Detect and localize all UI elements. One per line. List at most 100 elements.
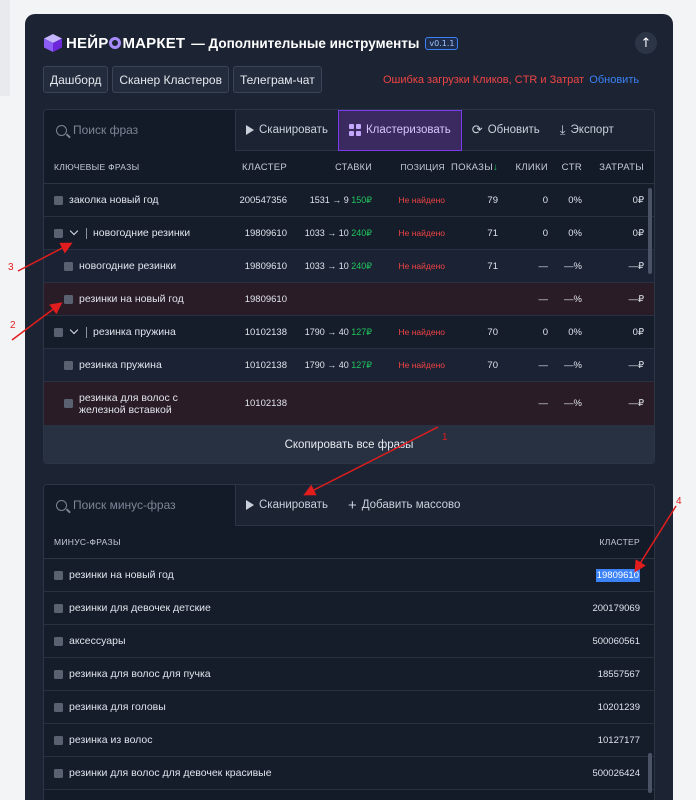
ctr-value: —% xyxy=(564,398,582,409)
phrase-text: резинка пружина xyxy=(79,359,162,371)
play-icon xyxy=(246,500,254,510)
col-header-minus-phrases[interactable]: МИНУС-ФРАЗЫ xyxy=(54,537,121,547)
cluster-id: 10102138 xyxy=(244,359,287,371)
arrow-up-icon: ↑ xyxy=(640,35,652,51)
list-item[interactable]: резинки для волос для девочек красивые 50… xyxy=(44,757,654,790)
phrase-text: резинка пружина xyxy=(93,326,176,338)
table-row-group[interactable]: новогодние резинки 19809610 1033 → 10 24… xyxy=(44,217,654,250)
list-item[interactable]: резинки на новый год 19809610 xyxy=(44,559,654,592)
clusterize-button[interactable]: Кластеризовать xyxy=(337,110,462,151)
shows-value: 71 xyxy=(487,227,498,239)
col-header-phrases[interactable]: КЛЮЧЕВЫЕ ФРАЗЫ xyxy=(44,162,229,172)
position-value: Не найдено xyxy=(398,327,445,337)
list-item[interactable]: резинка из волос 10127177 xyxy=(44,724,654,757)
nav-cluster-scanner-button[interactable]: Сканер Кластеров xyxy=(112,66,229,93)
phrase-search-input[interactable]: Поиск фраз xyxy=(44,110,236,151)
row-checkbox[interactable] xyxy=(54,327,63,337)
row-checkbox[interactable] xyxy=(54,228,63,238)
bid-value: 1033 → 10 240₽ xyxy=(304,260,372,271)
error-message: Ошибка загрузки Кликов, CTR и Затрат Обн… xyxy=(383,74,640,86)
row-checkbox[interactable] xyxy=(54,570,63,580)
row-checkbox[interactable] xyxy=(54,702,63,712)
row-checkbox[interactable] xyxy=(54,669,63,679)
phrase-text: резинки на новый год xyxy=(79,293,184,305)
col-header-cluster[interactable]: КЛАСТЕР xyxy=(229,162,287,173)
cluster-id: 19809610 xyxy=(244,227,287,239)
search-icon xyxy=(56,124,67,136)
minus-search-input[interactable]: Поиск минус-фраз xyxy=(44,485,236,526)
brand-o-ring-icon xyxy=(109,36,122,49)
clicks-value: — xyxy=(538,359,549,371)
list-item[interactable]: резинка для головы 10201239 xyxy=(44,691,654,724)
panel-header: НЕЙР МАРКЕТ — Дополнительные инструменты … xyxy=(43,32,459,54)
table-row-child[interactable]: новогодние резинки 19809610 1033 → 10 24… xyxy=(44,250,654,283)
phrases-scrollbar[interactable] xyxy=(648,188,652,274)
brand-name: НЕЙР МАРКЕТ xyxy=(66,34,186,52)
add-bulk-button[interactable]: + Добавить массово xyxy=(338,485,471,526)
col-header-bids[interactable]: СТАВКИ xyxy=(287,162,372,172)
col-header-cost[interactable]: ЗАТРАТЫ xyxy=(582,162,644,173)
table-row-child[interactable]: резинка для волос с железной вставкой 10… xyxy=(44,382,654,426)
list-item[interactable]: резинки для девочек детские 200179069 xyxy=(44,592,654,625)
table-row-child[interactable]: резинки на новый год 19809610 — —% —₽ xyxy=(44,283,654,316)
cluster-id: 500026424 xyxy=(592,767,640,779)
table-row-child[interactable]: резинка пружина 10102138 1790 → 40 127₽ … xyxy=(44,349,654,382)
row-checkbox[interactable] xyxy=(54,603,63,613)
error-refresh-link[interactable]: Обновить xyxy=(589,74,639,86)
clicks-value: 0 xyxy=(542,227,548,239)
row-checkbox[interactable] xyxy=(54,735,63,745)
list-item[interactable]: резинка для волос для пучка 18557567 xyxy=(44,658,654,691)
minus-phrase-text: аксессуары xyxy=(69,635,126,647)
phrases-toolbar: Поиск фраз Сканировать Кластеризовать ⟳ … xyxy=(44,110,654,151)
cluster-id: 10102138 xyxy=(244,326,287,338)
minus-scrollbar[interactable] xyxy=(648,753,652,793)
minus-phrase-text: резинка для головы xyxy=(69,701,166,713)
col-header-ctr[interactable]: CTR xyxy=(548,162,582,173)
group-divider xyxy=(86,326,87,338)
position-value: Не найдено xyxy=(398,360,445,370)
refresh-button[interactable]: ⟳ Обновить xyxy=(462,110,550,151)
annotation-label-2: 2 xyxy=(10,320,16,331)
chevron-down-icon[interactable] xyxy=(69,325,79,335)
cost-value: 0₽ xyxy=(632,326,644,338)
minus-phrase-text: резинки для девочек детские xyxy=(69,602,211,614)
scroll-up-button[interactable]: ↑ xyxy=(635,32,657,54)
row-checkbox[interactable] xyxy=(64,294,73,304)
nav-telegram-chat-button[interactable]: Телеграм-чат xyxy=(232,66,322,93)
cost-value: 0₽ xyxy=(632,194,644,206)
cluster-id: 200547356 xyxy=(239,194,287,206)
cluster-id: 19809610 xyxy=(244,260,287,272)
export-button[interactable]: ⤓ Экспорт xyxy=(550,110,624,151)
row-checkbox[interactable] xyxy=(64,261,73,271)
list-item[interactable]: аксессуары 500060561 xyxy=(44,625,654,658)
col-header-shows[interactable]: ПОКАЗЫ↓ xyxy=(445,162,498,173)
row-checkbox[interactable] xyxy=(54,768,63,778)
table-row-group[interactable]: резинка пружина 10102138 1790 → 40 127₽ … xyxy=(44,316,654,349)
panel-subtitle: — Дополнительные инструменты xyxy=(191,35,420,51)
clicks-value: 0 xyxy=(542,326,548,338)
phrase-text: новогодние резинки xyxy=(79,260,177,272)
minus-phrase-text: резинка из волос xyxy=(69,734,153,746)
phrase-text: заколка новый год xyxy=(69,194,159,206)
bid-value: 1033 → 10 240₽ xyxy=(304,227,372,238)
row-checkbox[interactable] xyxy=(54,636,63,646)
col-header-position[interactable]: ПОЗИЦИЯ xyxy=(372,162,445,172)
refresh-icon: ⟳ xyxy=(471,122,483,137)
row-checkbox[interactable] xyxy=(54,195,63,205)
row-checkbox[interactable] xyxy=(64,360,73,370)
cluster-id: 18557567 xyxy=(597,668,640,680)
bid-value: 1790 → 40 127₽ xyxy=(304,326,372,337)
copy-all-phrases-button[interactable]: Скопировать все фразы xyxy=(44,426,654,463)
minus-phrase-text: резинка для волос для пучка xyxy=(69,668,211,680)
minus-table-header: МИНУС-ФРАЗЫ КЛАСТЕР xyxy=(44,526,654,559)
cost-value: —₽ xyxy=(628,293,644,305)
table-row[interactable]: заколка новый год 200547356 1531 → 9 150… xyxy=(44,184,654,217)
scan-minus-button[interactable]: Сканировать xyxy=(236,485,338,526)
row-checkbox[interactable] xyxy=(64,399,73,408)
col-header-clicks[interactable]: КЛИКИ xyxy=(498,162,548,173)
cluster-id: 19809610 xyxy=(244,293,287,305)
col-header-cluster[interactable]: КЛАСТЕР xyxy=(600,537,641,547)
nav-dashboard-button[interactable]: Дашборд xyxy=(43,66,109,93)
scan-phrases-button[interactable]: Сканировать xyxy=(236,110,338,151)
chevron-down-icon[interactable] xyxy=(69,226,79,236)
